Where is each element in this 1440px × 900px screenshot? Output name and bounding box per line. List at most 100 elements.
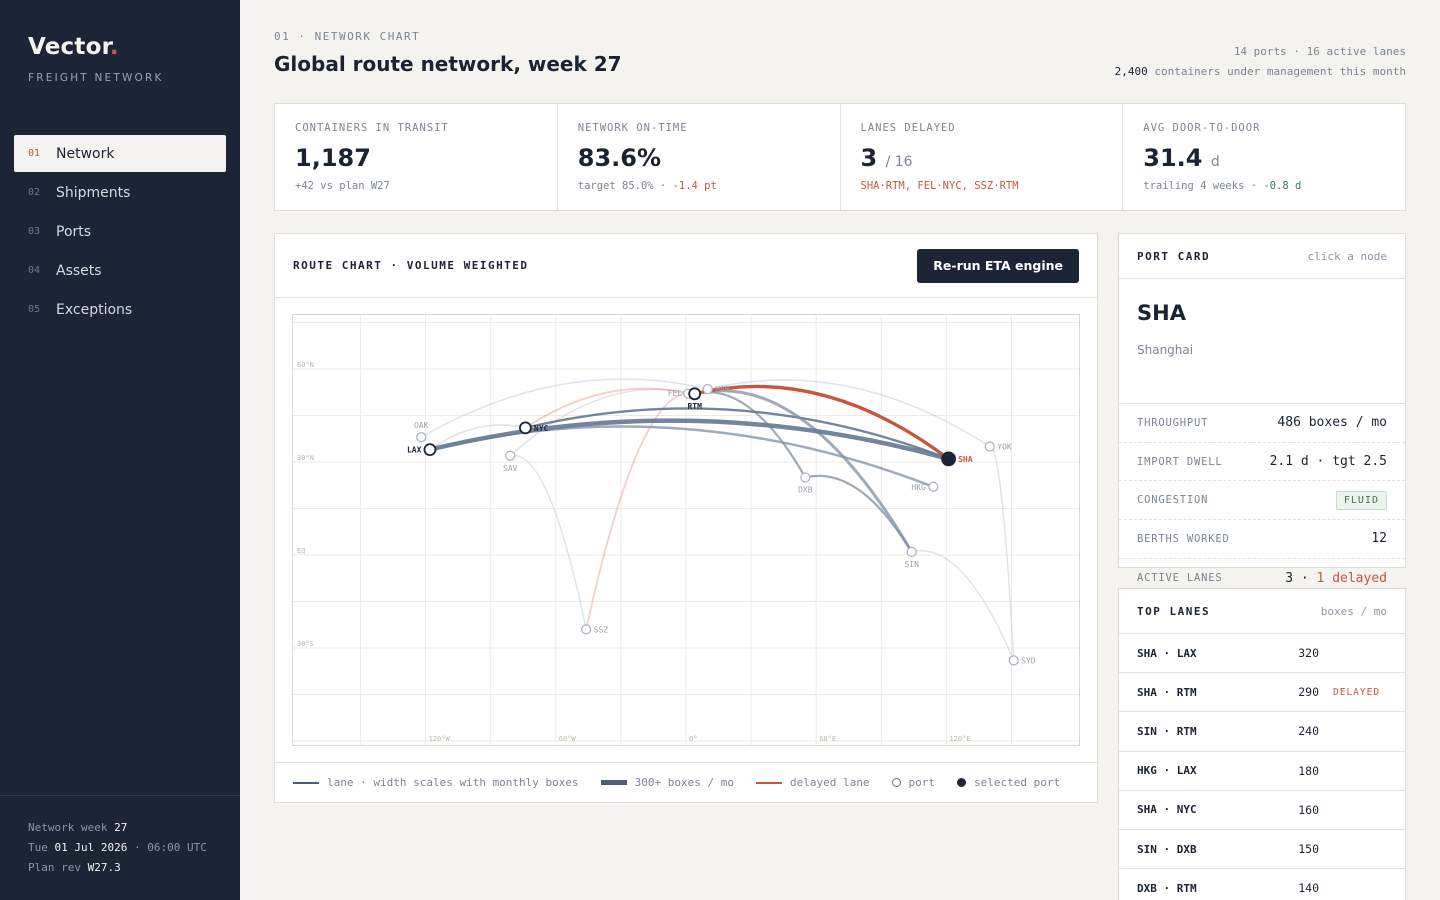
lane-name: SHA · LAX: [1137, 646, 1197, 660]
stat-value: 3 · 1 delayed: [1285, 570, 1387, 586]
kpi-avg-door-to-door: AVG DOOR-TO-DOOR 31.4 d trailing 4 weeks…: [1123, 104, 1405, 210]
port-node-dxb[interactable]: [800, 472, 811, 483]
port-label-sav: SAV: [503, 464, 518, 473]
port-card: PORT CARD click a node SHA Shanghai THRO…: [1118, 233, 1406, 586]
stat-import-dwell: IMPORT DWELL 2.1 d · tgt 2.5: [1119, 443, 1405, 482]
sidebar-item-exceptions[interactable]: 05 Exceptions: [14, 291, 226, 328]
stat-label: THROUGHPUT: [1137, 416, 1209, 429]
chart-legend: lane · width scales with monthly boxes 3…: [275, 762, 1097, 802]
port-swatch: [891, 778, 901, 787]
port-code: SHA: [1137, 301, 1186, 325]
sidebar-item-network[interactable]: 01 Network: [14, 135, 226, 172]
port-label-nyc: NYC: [534, 424, 549, 433]
port-node-syd[interactable]: [1008, 655, 1019, 666]
lane-boxes: 320: [1298, 646, 1319, 661]
nav-label: Assets: [56, 262, 102, 279]
table-row[interactable]: DXB · RTM 140: [1119, 869, 1405, 900]
port-node-lax[interactable]: [423, 443, 437, 457]
stat-label: IMPORT DWELL: [1137, 455, 1223, 468]
port-label-sha: SHA: [958, 455, 973, 464]
lon-label: 120°E: [949, 735, 970, 743]
port-card-hint: click a node: [1307, 249, 1387, 263]
page-eyebrow: 01 · NETWORK CHART: [274, 30, 421, 43]
plan-revision: Plan rev W27.3: [28, 861, 121, 874]
kpi-label: LANES DELAYED: [860, 122, 956, 134]
lon-label: 60°W: [559, 735, 577, 743]
route-map[interactable]: 60°N 30°N EQ 30°S 120°W 60°W 0° 60°E 120°E LAX OAK…: [292, 314, 1080, 746]
kpi-label: NETWORK ON-TIME: [577, 122, 688, 134]
lane-boxes: 240: [1298, 724, 1319, 739]
sidebar-item-ports[interactable]: 03 Ports: [14, 213, 226, 250]
table-row[interactable]: SHA · LAX 320: [1119, 634, 1405, 674]
route-chart-panel: ROUTE CHART · VOLUME WEIGHTED Re-run ETA…: [274, 233, 1098, 803]
kpi-strip: CONTAINERS IN TRANSIT 1,187 +42 vs plan …: [274, 103, 1406, 211]
lane-boxes: 140: [1298, 881, 1319, 896]
port-node-hkg[interactable]: [928, 481, 939, 492]
kpi-sub: trailing 4 weeks · -0.8 d: [1143, 180, 1302, 192]
stat-throughput: THROUGHPUT 486 boxes / mo: [1119, 404, 1405, 443]
sidebar-item-assets[interactable]: 04 Assets: [14, 252, 226, 289]
header-meta: 14 ports · 16 active lanes 2,400 contain…: [1115, 42, 1406, 82]
kpi-sub: target 85.0% · -1.4 pt: [577, 180, 717, 192]
port-node-rtm[interactable]: [688, 387, 702, 401]
route-map-svg[interactable]: 60°N 30°N EQ 30°S 120°W 60°W 0° 60°E 120°E LAX OAK…: [292, 314, 1080, 746]
port-node-oak[interactable]: [416, 432, 427, 443]
sidebar-footer: Network week 27 Tue 01 Jul 2026 · 06:00 …: [0, 795, 240, 878]
kpi-containers-in-transit: CONTAINERS IN TRANSIT 1,187 +42 vs plan …: [275, 104, 558, 210]
port-name: Shanghai: [1119, 337, 1405, 404]
lon-label: 120°W: [429, 735, 451, 743]
port-node-nyc[interactable]: [519, 421, 532, 435]
congestion-badge: FLUID: [1335, 490, 1387, 510]
port-label-hkg: HKG: [911, 483, 926, 492]
kpi-value: 1,187: [295, 144, 371, 172]
lane-flag: DELAYED: [1333, 686, 1381, 698]
port-label-oak: OAK: [414, 421, 429, 430]
table-row[interactable]: HKG · LAX 180: [1119, 752, 1405, 791]
table-row[interactable]: SHA · RTM 290 DELAYED: [1119, 673, 1405, 713]
ports-lanes-summary: 14 ports · 16 active lanes: [1233, 45, 1406, 58]
port-label-ssz: SSZ: [594, 625, 609, 634]
lat-label: 60°N: [297, 361, 314, 369]
kpi-sub: +42 vs plan W27: [295, 180, 390, 192]
legend-port: port: [891, 776, 935, 789]
port-node-sin[interactable]: [906, 546, 917, 557]
brand-logo[interactable]: Vector.: [28, 34, 119, 60]
lane-boxes: 290: [1298, 685, 1319, 700]
table-row[interactable]: SIN · DXB 150: [1119, 830, 1405, 870]
page-title: Global route network, week 27: [274, 52, 622, 76]
sidebar-item-shipments[interactable]: 02 Shipments: [14, 174, 226, 211]
lat-label: EQ: [297, 547, 305, 555]
port-label-syd: SYD: [1021, 656, 1036, 665]
port-label-ham: HAM: [715, 385, 730, 394]
current-datetime: Tue 01 Jul 2026 · 06:00 UTC: [28, 841, 207, 854]
lane-boxes: 160: [1298, 802, 1319, 817]
port-node-ssz[interactable]: [581, 624, 592, 635]
network-week: Network week 27: [28, 821, 128, 834]
stat-label: BERTHS WORKED: [1137, 532, 1230, 545]
stat-label: CONGESTION: [1137, 494, 1209, 507]
stat-value: 2.1 d · tgt 2.5: [1269, 454, 1387, 470]
port-label-sin: SIN: [904, 560, 919, 569]
table-row[interactable]: SIN · RTM 240: [1119, 712, 1405, 752]
kpi-sub: SHA·RTM, FEL·NYC, SSZ·RTM: [860, 180, 1019, 192]
kpi-value: 31.4 d: [1143, 144, 1220, 172]
port-node-ham[interactable]: [702, 384, 713, 395]
port-label-dxb: DXB: [798, 486, 813, 495]
lon-label: 0°: [689, 735, 697, 743]
stat-berths-worked: BERTHS WORKED 12: [1119, 520, 1405, 559]
sidebar-nav: 01 Network 02 Shipments 03 Ports 04 Asse…: [14, 135, 226, 330]
lane-swatch: [293, 781, 319, 784]
lat-label: 30°N: [297, 454, 314, 462]
port-label-yok: YOK: [997, 443, 1012, 452]
nav-number: 02: [28, 187, 41, 198]
port-node-yok[interactable]: [984, 441, 995, 452]
rerun-eta-button[interactable]: Re-run ETA engine: [917, 248, 1079, 283]
lane-name: SHA · RTM: [1137, 685, 1197, 699]
containers-summary: 2,400 containers under management this m…: [1114, 65, 1406, 78]
nav-label: Exceptions: [56, 301, 133, 318]
kpi-network-on-time: NETWORK ON-TIME 83.6% target 85.0% · -1.…: [558, 104, 841, 210]
port-card-title: PORT CARD: [1137, 249, 1211, 263]
table-row[interactable]: SHA · NYC 160: [1119, 791, 1405, 830]
port-node-sav[interactable]: [505, 450, 516, 461]
port-node-sha[interactable]: [941, 451, 956, 467]
